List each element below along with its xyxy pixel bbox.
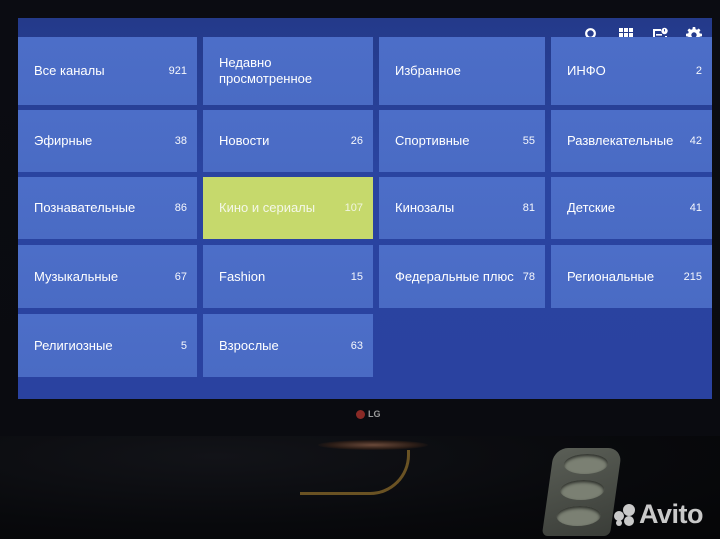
category-tile[interactable]: Познавательные 86 (18, 177, 197, 239)
category-tile[interactable]: ИНФО 2 (551, 37, 712, 105)
category-name: Региональные (567, 268, 655, 284)
category-name: ИНФО (567, 63, 606, 78)
category-tile[interactable]: Кинозалы 81 (379, 177, 545, 239)
category-count: 2 (695, 65, 702, 77)
tv-brand-logo: LG (356, 409, 381, 419)
category-tile[interactable]: Региональные 215 (551, 245, 712, 308)
category-name: Спортивные (395, 133, 470, 148)
category-count: 81 (522, 202, 535, 214)
watermark: Avito (614, 499, 704, 530)
category-tile[interactable]: Религиозные 5 (18, 314, 197, 377)
category-name: Избранное (395, 63, 461, 78)
category-name: Взрослые (219, 337, 279, 353)
category-name: Познавательные (34, 200, 136, 215)
category-name: Кинозалы (395, 200, 455, 215)
category-name: Кино и сериалы (219, 200, 316, 215)
category-tile[interactable]: Музыкальные 67 (18, 245, 197, 308)
category-tile[interactable]: Недавно просмотренное (203, 37, 373, 105)
category-count: 38 (174, 135, 187, 147)
socket (558, 480, 606, 500)
category-count: 63 (350, 339, 363, 352)
category-tile[interactable]: Детские 41 (551, 177, 712, 239)
category-name: Все каналы (34, 63, 105, 78)
category-tile[interactable]: Федеральные плюс 78 (379, 245, 545, 308)
category-count: 41 (689, 202, 702, 214)
category-count: 67 (174, 270, 187, 283)
power-strip (541, 448, 623, 536)
category-count: 107 (344, 202, 363, 214)
category-name: Религиозные (34, 337, 113, 353)
category-count: 78 (522, 270, 535, 283)
category-tile[interactable]: Развлекательные 42 (551, 110, 712, 172)
category-count: 26 (350, 135, 363, 147)
category-name: Fashion (219, 268, 266, 284)
category-count: 86 (174, 202, 187, 214)
category-name: Развлекательные (567, 133, 674, 148)
avito-logo-icon (614, 503, 636, 526)
category-tile[interactable]: Спортивные 55 (379, 110, 545, 172)
category-count: 15 (350, 270, 363, 283)
category-count: 55 (522, 135, 535, 147)
category-tile[interactable]: Fashion 15 (203, 245, 373, 308)
tv-screen: Все каналы 921 Недавно просмотренное Изб… (18, 18, 712, 399)
category-name: Федеральные плюс (395, 268, 514, 284)
socket (562, 454, 610, 474)
category-tile[interactable]: Избранное (379, 37, 545, 105)
category-count: 5 (180, 339, 187, 352)
tv-brand-text: LG (368, 409, 381, 419)
category-tile-selected[interactable]: Кино и сериалы 107 (203, 177, 373, 239)
category-count: 42 (689, 135, 702, 147)
category-name: Недавно просмотренное (219, 55, 313, 86)
category-tile[interactable]: Эфирные 38 (18, 110, 197, 172)
category-count: 921 (168, 65, 187, 77)
category-name: Музыкальные (34, 268, 119, 284)
category-name: Детские (567, 200, 616, 215)
tv-stand (318, 440, 428, 450)
category-count: 215 (683, 270, 702, 283)
socket (555, 506, 603, 526)
category-tile[interactable]: Новости 26 (203, 110, 373, 172)
watermark-text: Avito (639, 499, 704, 529)
category-tile[interactable]: Взрослые 63 (203, 314, 373, 377)
lg-logo-icon (356, 409, 365, 419)
category-tile[interactable]: Все каналы 921 (18, 37, 197, 105)
category-name: Эфирные (34, 133, 93, 148)
category-name: Новости (219, 133, 270, 148)
